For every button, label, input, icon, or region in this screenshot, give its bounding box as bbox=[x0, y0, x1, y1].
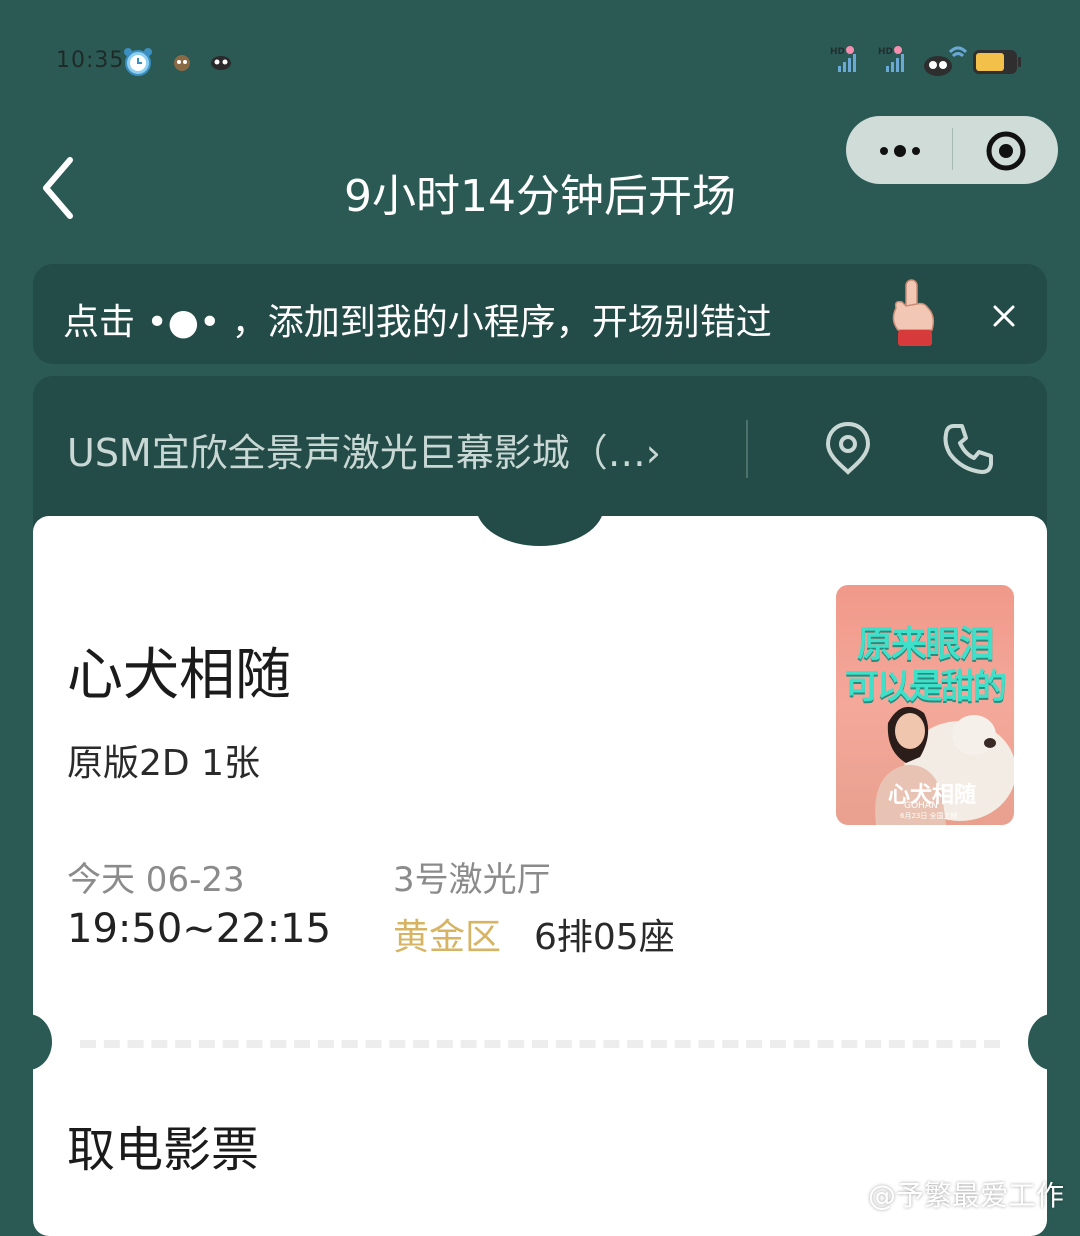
ticket-notch bbox=[4, 1014, 52, 1070]
show-time: 19:50~22:15 bbox=[67, 906, 332, 952]
location-icon[interactable] bbox=[818, 418, 878, 478]
pointer-hand-icon bbox=[892, 279, 935, 346]
ticket-divider bbox=[80, 1040, 1000, 1048]
poster-english-title: GOHAN bbox=[904, 801, 938, 811]
battery-icon bbox=[973, 50, 1021, 74]
capsule-divider bbox=[952, 128, 953, 170]
svg-text:HD: HD bbox=[878, 47, 893, 57]
alarm-icon bbox=[124, 48, 152, 76]
ticket-notch bbox=[1028, 1014, 1076, 1070]
phone-icon[interactable] bbox=[938, 418, 998, 478]
show-date: 今天 06-23 bbox=[67, 860, 245, 900]
seat-info: 6排05座 bbox=[534, 917, 675, 958]
svg-text:HD: HD bbox=[830, 47, 845, 57]
status-bar bbox=[0, 0, 1080, 120]
close-icon[interactable] bbox=[978, 294, 1030, 338]
watermark: @予繁最爱工作 bbox=[868, 1179, 1065, 1212]
more-dots-icon[interactable] bbox=[850, 120, 950, 180]
cinema-divider bbox=[746, 420, 748, 478]
signal-hd-icon: HD bbox=[830, 46, 856, 72]
poster-release-date: 6月23日 全国上映 bbox=[900, 812, 958, 820]
seat-zone: 黄金区 bbox=[393, 917, 502, 958]
movie-title: 心犬相随 bbox=[67, 643, 291, 708]
hall-name: 3号激光厅 bbox=[393, 860, 551, 900]
cinema-name-link[interactable]: USM宜欣全景声激光巨幕影城（…› bbox=[67, 422, 661, 477]
movie-poster[interactable]: 原来眼泪 可以是甜的 心犬相随 GOHAN 6月23日 全国上映 bbox=[836, 585, 1014, 825]
emoji-icon bbox=[211, 56, 231, 70]
emoji-icon bbox=[174, 55, 190, 71]
weibo-icon bbox=[826, 1178, 864, 1208]
ticket-notch bbox=[476, 466, 604, 546]
wifi-icon bbox=[924, 46, 968, 76]
status-time: 10:35 bbox=[56, 48, 125, 73]
pickup-section-title: 取电影票 bbox=[67, 1122, 260, 1178]
signal-hd-icon: HD bbox=[878, 46, 904, 72]
tip-text: 点击 •●• ，添加到我的小程序，开场别错过 bbox=[63, 302, 772, 343]
movie-format: 原版2D 1张 bbox=[67, 743, 260, 784]
target-icon[interactable] bbox=[956, 120, 1056, 180]
